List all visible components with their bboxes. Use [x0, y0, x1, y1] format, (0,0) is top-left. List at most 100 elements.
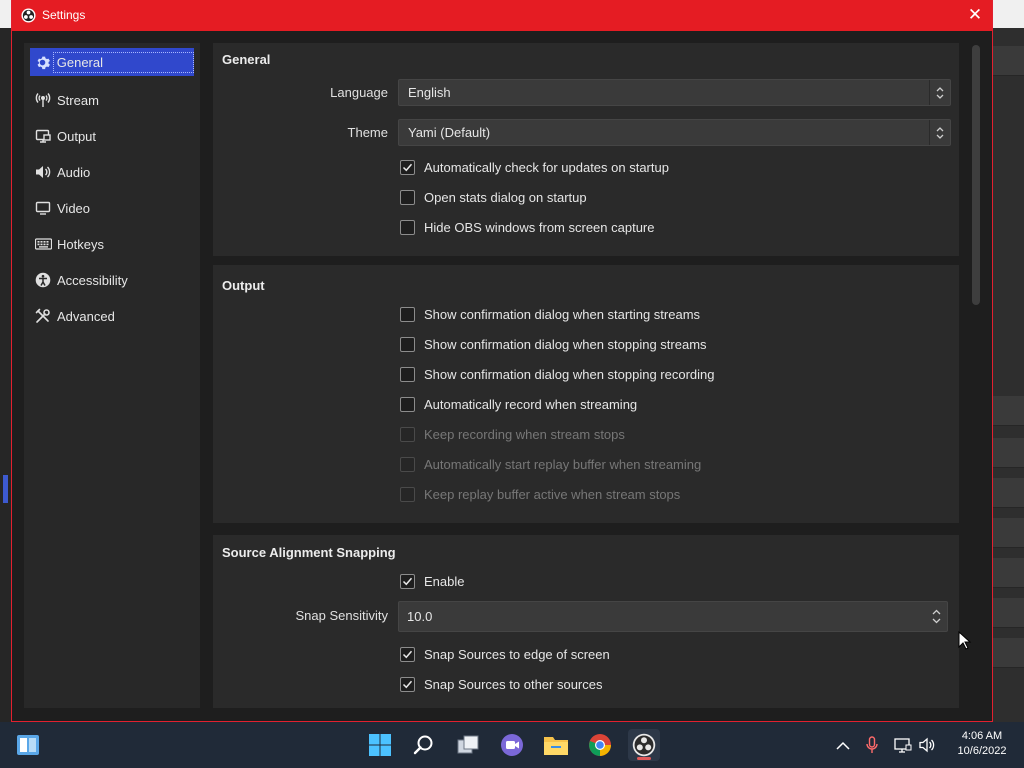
- checkmark-icon: [402, 680, 413, 689]
- output-icon: [33, 126, 53, 146]
- volume-button[interactable]: [917, 734, 939, 756]
- speaker-icon: [33, 162, 53, 182]
- search-icon: [413, 735, 433, 755]
- task-view-button[interactable]: [452, 729, 484, 761]
- checkbox-box: [400, 220, 415, 235]
- scrollbar-thumb[interactable]: [972, 45, 980, 305]
- obs-logo-icon: [632, 733, 656, 757]
- sidebar-item-label: Video: [57, 200, 91, 216]
- checkbox-box: [400, 307, 415, 322]
- obs-logo-icon: [21, 8, 36, 23]
- sidebar-item-hotkeys[interactable]: Hotkeys: [30, 230, 194, 258]
- sidebar-item-label: General: [52, 51, 194, 73]
- checkbox-label: Open stats dialog on startup: [424, 190, 587, 205]
- theme-select[interactable]: Yami (Default): [398, 119, 951, 146]
- antenna-icon: [33, 90, 53, 110]
- sidebar-item-general[interactable]: General: [30, 48, 194, 76]
- snap-edge-checkbox[interactable]: Snap Sources to edge of screen: [400, 647, 610, 662]
- auto-record-checkbox[interactable]: Automatically record when streaming: [400, 397, 637, 412]
- theme-label: Theme: [347, 125, 388, 140]
- snapping-group-title: Source Alignment Snapping: [222, 545, 396, 560]
- content-scrollbar[interactable]: [970, 43, 982, 708]
- widgets-button[interactable]: [12, 729, 44, 761]
- clock-time: 4:06 AM: [961, 730, 1003, 742]
- sidebar-item-label: Stream: [57, 92, 99, 108]
- theme-select-value: Yami (Default): [408, 125, 491, 140]
- checkbox-box: [400, 487, 415, 502]
- sidebar-item-stream[interactable]: Stream: [30, 86, 194, 114]
- checkbox-box: [400, 397, 415, 412]
- close-button[interactable]: ✕: [964, 4, 986, 26]
- sidebar-item-label: Output: [57, 128, 97, 144]
- search-button[interactable]: [408, 729, 440, 761]
- snapping-group: Source Alignment Snapping Enable Snap Se…: [213, 535, 959, 708]
- background-window-left-edge: [0, 28, 11, 722]
- keyboard-icon: [33, 234, 53, 254]
- spin-arrows-icon[interactable]: [925, 602, 947, 631]
- language-select-value: English: [408, 85, 451, 100]
- sidebar-item-audio[interactable]: Audio: [30, 158, 194, 186]
- obs-taskbar-button[interactable]: [628, 729, 660, 761]
- checkbox-label: Hide OBS windows from screen capture: [424, 220, 655, 235]
- open-stats-checkbox[interactable]: Open stats dialog on startup: [400, 190, 587, 205]
- updown-arrows-icon: [929, 120, 950, 145]
- widgets-icon: [17, 735, 39, 755]
- confirm-stop-stream-checkbox[interactable]: Show confirmation dialog when stopping s…: [400, 337, 707, 352]
- confirm-start-stream-checkbox[interactable]: Show confirmation dialog when starting s…: [400, 307, 700, 322]
- sidebar-item-label: Hotkeys: [57, 236, 104, 252]
- snap-sensitivity-spinbox[interactable]: 10.0: [398, 601, 948, 632]
- checkmark-icon: [402, 577, 413, 586]
- background-panel: [993, 478, 1024, 508]
- snap-sensitivity-value: 10.0: [407, 609, 433, 624]
- general-group: General Language English Theme Yami (Def…: [213, 43, 959, 256]
- language-select[interactable]: English: [398, 79, 951, 106]
- background-selection-marker: [3, 475, 8, 503]
- keep-recording-checkbox: Keep recording when stream stops: [400, 427, 625, 442]
- general-group-title: General: [222, 52, 271, 67]
- sidebar-item-advanced[interactable]: Advanced: [30, 302, 194, 330]
- checkbox-label: Show confirmation dialog when stopping s…: [424, 337, 707, 352]
- checkbox-label: Show confirmation dialog when starting s…: [424, 307, 701, 322]
- settings-sidebar: General Stream Output Audio Video Hotkey…: [24, 43, 200, 708]
- checkmark-icon: [402, 163, 413, 172]
- network-button[interactable]: [892, 734, 914, 756]
- checkbox-box: [400, 647, 415, 662]
- chat-button[interactable]: [496, 729, 528, 761]
- active-app-indicator: [637, 757, 651, 760]
- background-dock-button: [993, 46, 1024, 76]
- file-explorer-button[interactable]: [540, 729, 572, 761]
- background-panel: [993, 638, 1024, 668]
- snapping-enable-checkbox[interactable]: Enable: [400, 574, 464, 589]
- checkbox-box: [400, 457, 415, 472]
- settings-content: General Language English Theme Yami (Def…: [208, 43, 968, 708]
- checkbox-label: Snap Sources to edge of screen: [424, 647, 610, 662]
- settings-titlebar: Settings ✕: [12, 0, 992, 31]
- snap-sources-checkbox[interactable]: Snap Sources to other sources: [400, 677, 603, 692]
- check-updates-checkbox[interactable]: Automatically check for updates on start…: [400, 160, 669, 175]
- taskbar-clock[interactable]: 4:06 AM 10/6/2022: [950, 729, 1014, 759]
- confirm-stop-recording-checkbox[interactable]: Show confirmation dialog when stopping r…: [400, 367, 715, 382]
- checkbox-box: [400, 190, 415, 205]
- window-title: Settings: [42, 8, 86, 22]
- sidebar-item-output[interactable]: Output: [30, 122, 194, 150]
- tools-icon: [33, 306, 53, 326]
- background-dock-button: [993, 438, 1024, 468]
- updown-arrows-icon: [929, 80, 950, 105]
- close-icon: ✕: [967, 5, 983, 25]
- auto-replay-buffer-checkbox: Automatically start replay buffer when s…: [400, 457, 701, 472]
- sidebar-item-label: Advanced: [57, 308, 115, 324]
- background-panel: [993, 518, 1024, 548]
- checkbox-label: Keep replay buffer active when stream st…: [424, 487, 681, 502]
- chrome-button[interactable]: [584, 729, 616, 761]
- mouse-cursor-icon: [958, 631, 972, 650]
- show-hidden-icons-button[interactable]: [832, 734, 854, 756]
- start-button[interactable]: [364, 729, 396, 761]
- monitor-icon: [33, 198, 53, 218]
- hide-obs-checkbox[interactable]: Hide OBS windows from screen capture: [400, 220, 654, 235]
- checkbox-label: Keep recording when stream stops: [424, 427, 625, 442]
- microphone-button[interactable]: [861, 734, 883, 756]
- checkbox-label: Automatically start replay buffer when s…: [424, 457, 702, 472]
- sidebar-item-accessibility[interactable]: Accessibility: [30, 266, 194, 294]
- sidebar-item-video[interactable]: Video: [30, 194, 194, 222]
- network-icon: [894, 738, 912, 753]
